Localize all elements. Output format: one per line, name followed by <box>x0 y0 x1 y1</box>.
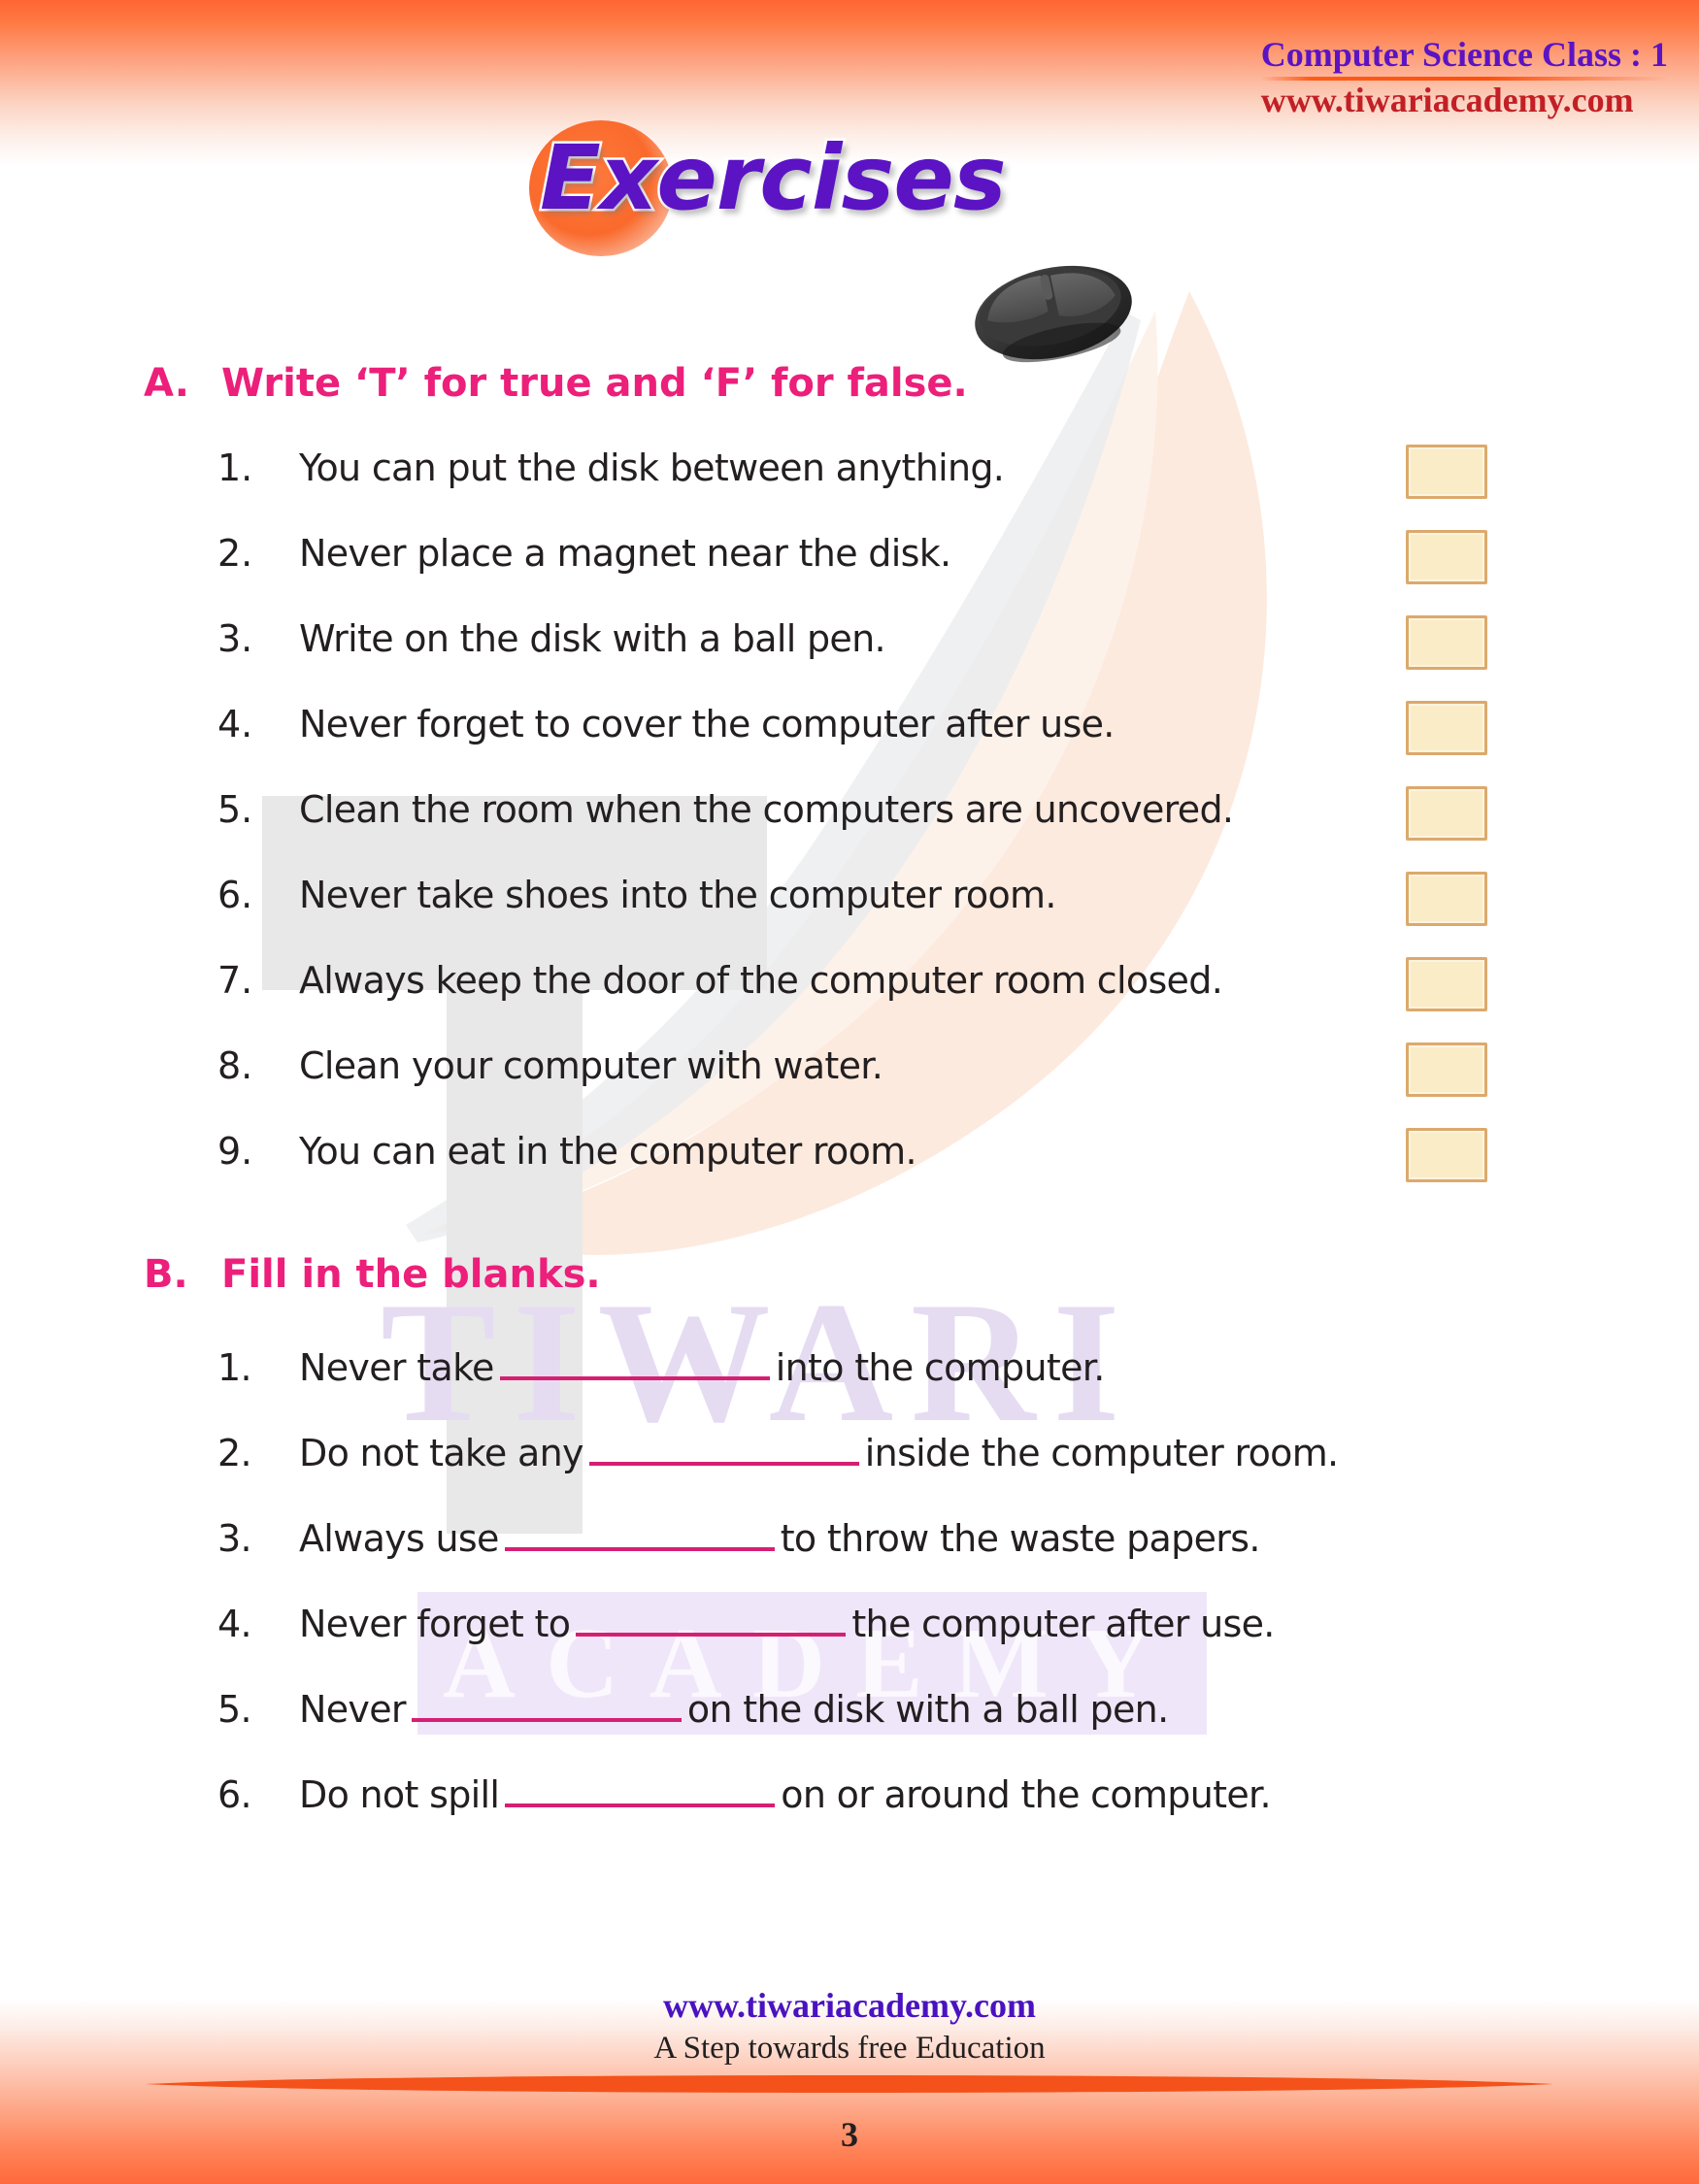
blank-prefix: Never <box>299 1688 407 1731</box>
question-number: 4. <box>217 1603 252 1645</box>
blank-input[interactable] <box>576 1596 847 1637</box>
blank-input[interactable] <box>588 1425 859 1466</box>
blank-suffix: on or around the computer. <box>781 1773 1271 1816</box>
computer-mouse-icon <box>975 265 1132 363</box>
answer-box[interactable] <box>1406 530 1487 584</box>
blank-row: 4. Never forget to the computer after use. <box>217 1596 1275 1656</box>
answer-box[interactable] <box>1406 786 1487 841</box>
footer-site-url[interactable]: www.tiwariacademy.com <box>0 1985 1699 2026</box>
question-text: Write on the disk with a ball pen. <box>299 617 886 660</box>
blank-suffix: to throw the waste papers. <box>780 1517 1261 1560</box>
blank-input[interactable] <box>499 1340 770 1380</box>
question-number: 1. <box>217 447 253 489</box>
blank-input[interactable] <box>504 1510 775 1551</box>
answer-box[interactable] <box>1406 872 1487 926</box>
blank-row: 5. Never on the disk with a ball pen. <box>217 1681 1169 1741</box>
question-text: You can put the disk between anything. <box>299 447 1005 489</box>
question-text: Never take shoes into the computer room. <box>299 874 1056 916</box>
section-a-title: Write ‘T’ for true and ‘F’ for false. <box>221 361 968 406</box>
blank-suffix: on the disk with a ball pen. <box>686 1688 1169 1731</box>
question-number: 3. <box>217 617 253 660</box>
question-number: 6. <box>217 1773 252 1816</box>
blank-prefix: Do not take any <box>299 1432 583 1474</box>
question-text: Always keep the door of the computer roo… <box>299 959 1223 1002</box>
blank-input[interactable] <box>411 1681 682 1722</box>
footer-tagline: A Step towards free Education <box>653 2031 1046 2066</box>
blank-suffix: the computer after use. <box>851 1603 1275 1645</box>
page-number: 3 <box>841 2115 858 2154</box>
blank-input[interactable] <box>505 1767 776 1807</box>
page-title: Exercises <box>538 124 1010 233</box>
question-number: 2. <box>217 1432 252 1474</box>
question-row: 8. Clean your computer with water. <box>217 1044 1480 1103</box>
question-row: 3. Write on the disk with a ball pen. <box>217 617 1480 676</box>
blank-row: 2. Do not take any inside the computer roo… <box>217 1425 1339 1485</box>
question-row: 6. Never take shoes into the computer ro… <box>217 874 1480 932</box>
question-text: Never place a magnet near the disk. <box>299 532 951 575</box>
blank-suffix: inside the computer room. <box>864 1432 1339 1474</box>
answer-box[interactable] <box>1406 1128 1487 1182</box>
section-a-heading: A. Write ‘T’ for true and ‘F’ for false. <box>144 361 968 406</box>
question-number: 8. <box>217 1044 253 1087</box>
blank-row: 6. Do not spill on or around the computer. <box>217 1767 1272 1827</box>
section-a-letter: A. <box>144 361 189 406</box>
question-number: 9. <box>217 1130 253 1173</box>
question-number: 4. <box>217 703 253 745</box>
course-title: Computer Science Class : 1 <box>1260 35 1668 74</box>
blank-prefix: Never forget to <box>299 1603 571 1645</box>
question-number: 2. <box>217 532 253 575</box>
section-b-title: Fill in the blanks. <box>221 1252 601 1297</box>
question-row: 9. You can eat in the computer room. <box>217 1130 1480 1188</box>
question-text: Clean the room when the computers are un… <box>299 788 1234 831</box>
exercises-title-block: Exercises <box>0 109 1699 363</box>
answer-box[interactable] <box>1406 701 1487 755</box>
blank-prefix: Do not spill <box>299 1773 500 1816</box>
answer-box[interactable] <box>1406 615 1487 670</box>
question-number: 3. <box>217 1517 252 1560</box>
question-text: Clean your computer with water. <box>299 1044 883 1087</box>
section-b-letter: B. <box>144 1252 188 1297</box>
question-number: 7. <box>217 959 253 1002</box>
question-text: Never forget to cover the computer after… <box>299 703 1115 745</box>
worksheet-page: TIWARI ACADEMY Computer Science Class : … <box>0 0 1699 2184</box>
blank-prefix: Always use <box>299 1517 499 1560</box>
question-number: 5. <box>217 1688 252 1731</box>
question-row: 4. Never forget to cover the computer af… <box>217 703 1480 761</box>
blank-suffix: into the computer. <box>775 1346 1106 1389</box>
question-row: 2. Never place a magnet near the disk. <box>217 532 1480 590</box>
answer-box[interactable] <box>1406 445 1487 499</box>
blank-row: 1. Never take into the computer. <box>217 1340 1105 1400</box>
question-number: 1. <box>217 1346 252 1389</box>
page-header: Computer Science Class : 1 www.tiwariaca… <box>1260 35 1668 119</box>
question-row: 7. Always keep the door of the computer … <box>217 959 1480 1017</box>
footer-divider <box>146 2075 1553 2093</box>
question-text: You can eat in the computer room. <box>299 1130 917 1173</box>
question-row: 5. Clean the room when the computers are… <box>217 788 1480 846</box>
question-row: 1. You can put the disk between anything… <box>217 447 1480 505</box>
blank-row: 3. Always use to throw the waste papers. <box>217 1510 1260 1571</box>
question-number: 5. <box>217 788 253 831</box>
answer-box[interactable] <box>1406 1042 1487 1097</box>
question-number: 6. <box>217 874 253 916</box>
blank-prefix: Never take <box>299 1346 494 1389</box>
section-b-heading: B. Fill in the blanks. <box>144 1252 601 1297</box>
answer-box[interactable] <box>1406 957 1487 1011</box>
